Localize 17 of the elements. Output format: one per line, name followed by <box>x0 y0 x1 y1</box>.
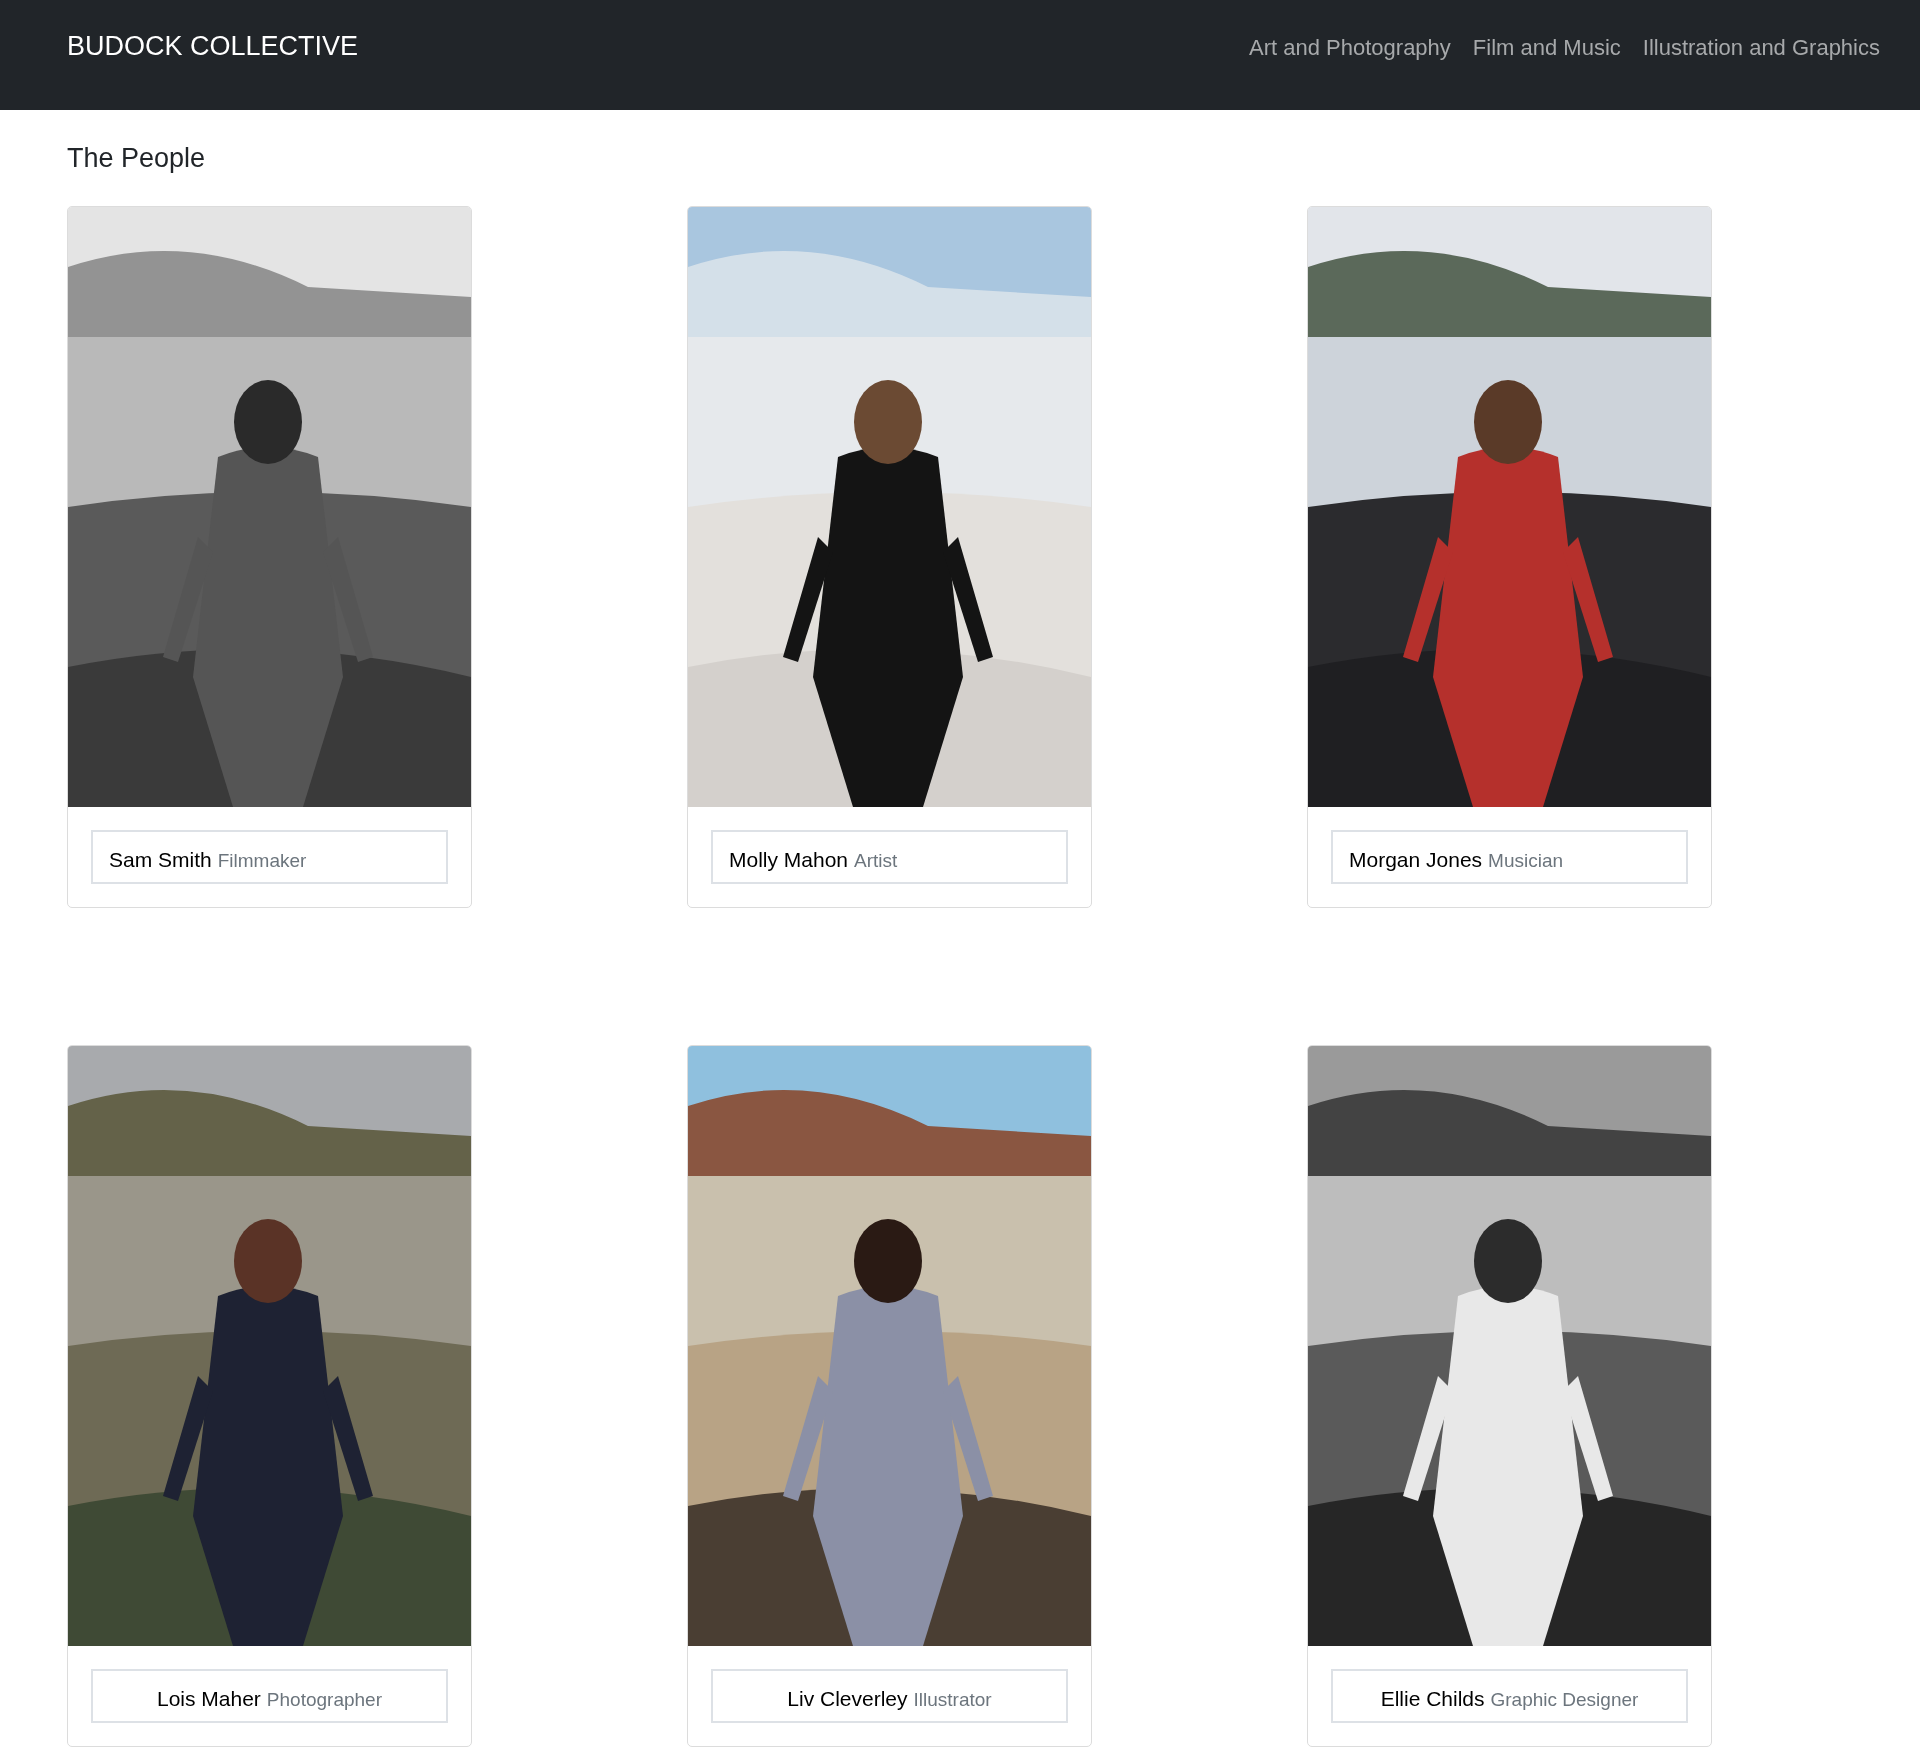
page-heading: The People <box>67 142 207 175</box>
person-name: Lois Maher <box>156 1685 261 1712</box>
person-role: Musician <box>1488 848 1564 873</box>
nav-link[interactable]: Illustration and Graphics <box>1642 30 1880 64</box>
person-name: Morgan Jones <box>1349 846 1483 873</box>
person-role: Filmmaker <box>217 848 307 873</box>
nav-link[interactable]: Film and Music <box>1472 30 1621 64</box>
person-name: Liv Cleverley <box>787 1685 908 1712</box>
person-role: Illustrator <box>913 1687 992 1712</box>
person-name: Sam Smith <box>109 846 212 873</box>
person-role: Graphic Designer <box>1490 1687 1639 1712</box>
person-name: Molly Mahon <box>729 846 849 873</box>
person-role: Artist <box>854 848 898 873</box>
nav-link[interactable]: Art and Photography <box>1249 30 1451 64</box>
brand-link[interactable]: BUDOCK COLLECTIVE <box>67 25 359 67</box>
person-role: Photographer <box>266 1687 382 1712</box>
person-name: Ellie Childs <box>1380 1685 1485 1712</box>
